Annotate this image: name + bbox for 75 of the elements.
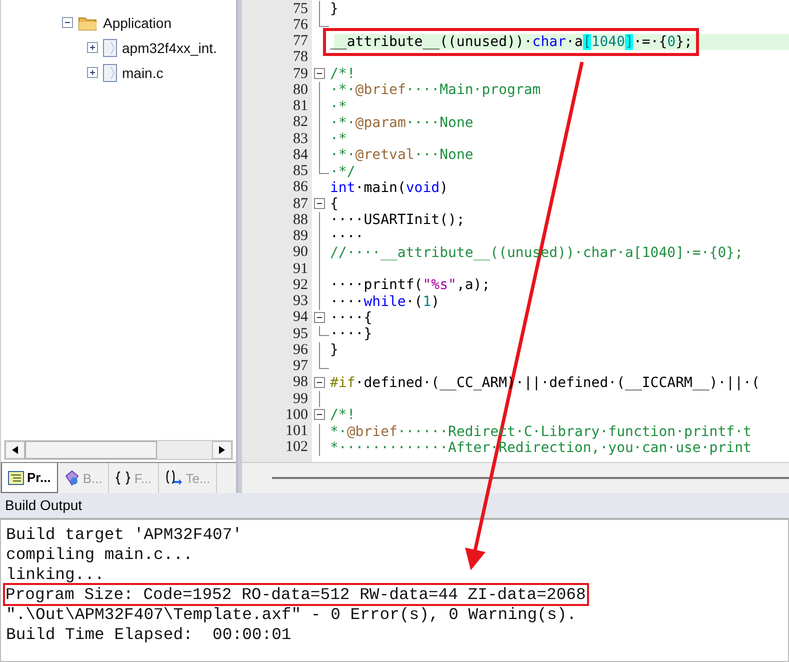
line-number: 98 xyxy=(292,374,309,392)
code-line: ····} xyxy=(330,326,372,342)
line-number: 83 xyxy=(292,130,309,148)
code-editor[interactable] xyxy=(238,0,789,493)
line-number: 99 xyxy=(292,390,309,408)
line-number: 102 xyxy=(284,439,309,456)
tree-item[interactable]: Application xyxy=(103,14,172,30)
collapse-icon[interactable] xyxy=(314,376,325,388)
left-arrow-icon[interactable] xyxy=(12,446,18,454)
output-line: ".\Out\APM32F407\Template.axf" - 0 Error(s), 0 Warning(s). xyxy=(6,604,576,624)
line-number: 79 xyxy=(292,66,309,83)
diamond-icon xyxy=(64,470,80,486)
line-number: 75 xyxy=(292,0,309,18)
tree-toggle-icon[interactable] xyxy=(87,42,98,53)
line-number: 91 xyxy=(292,260,309,278)
folder-icon xyxy=(78,14,98,30)
template-icon xyxy=(164,470,183,486)
code-line: } xyxy=(330,342,338,358)
line-number: 96 xyxy=(292,342,309,359)
collapse-icon[interactable] xyxy=(314,312,325,323)
code-line: /*! xyxy=(330,66,356,82)
line-number: 90 xyxy=(292,244,309,262)
code-line: { xyxy=(330,196,338,212)
line-number: 97 xyxy=(292,358,309,376)
line-number: 100 xyxy=(284,406,309,424)
code-line: ·*/ xyxy=(330,164,356,180)
line-number: 81 xyxy=(292,98,309,116)
code-line: ····{ xyxy=(330,310,372,326)
line-number: 101 xyxy=(284,423,309,440)
line-number: 92 xyxy=(292,276,309,294)
line-number: 93 xyxy=(292,293,309,310)
line-number: 78 xyxy=(292,49,309,66)
file-icon xyxy=(103,38,117,56)
code-line: ·*·@brief····Main·program xyxy=(330,82,541,98)
code-line: ····printf("%s",a); xyxy=(330,277,490,294)
tree-item[interactable]: main.c xyxy=(122,64,164,80)
output-line: linking... xyxy=(6,564,104,584)
line-number: 84 xyxy=(292,146,309,164)
horizontal-scrollbar[interactable] xyxy=(4,440,233,460)
output-line: compiling main.c... xyxy=(6,544,193,564)
panel-tab[interactable]: Pr... xyxy=(1,463,58,493)
code-line: ·*·@retval···None xyxy=(330,147,474,164)
code-line: /*! xyxy=(330,407,356,424)
tree-toggle-icon[interactable] xyxy=(87,67,98,78)
line-number: 94 xyxy=(292,309,309,326)
collapse-icon[interactable] xyxy=(314,198,325,209)
tree-toggle-icon[interactable] xyxy=(62,17,73,28)
line-number: 89 xyxy=(292,228,309,246)
output-line: Build target 'APM32F407' xyxy=(6,524,242,544)
line-number: 86 xyxy=(292,179,309,196)
collapse-icon[interactable] xyxy=(314,68,325,79)
panel-title: Build Output xyxy=(0,493,789,519)
code-line: ·* xyxy=(330,98,347,115)
line-number: 76 xyxy=(292,16,309,34)
code-line: ·* xyxy=(330,131,347,148)
file-icon xyxy=(103,64,117,82)
line-number: 88 xyxy=(292,212,309,229)
code-line: ···· xyxy=(330,228,364,245)
output-line: Build Time Elapsed: 00:00:01 xyxy=(6,624,292,644)
line-number: 95 xyxy=(292,326,309,343)
line-number: 80 xyxy=(292,82,309,99)
collapse-icon[interactable] xyxy=(314,409,325,420)
right-arrow-icon[interactable] xyxy=(219,446,225,454)
tree-item[interactable]: apm32f4xx_int. xyxy=(122,40,217,56)
braces-icon xyxy=(115,471,132,485)
line-number: 85 xyxy=(292,163,309,180)
code-line: ····USARTInit(); xyxy=(330,212,465,228)
code-line: int·main(void) xyxy=(330,180,448,196)
code-line: ····while·(1) xyxy=(330,294,440,310)
list-icon xyxy=(8,470,24,484)
line-number: 87 xyxy=(292,196,309,213)
code-line: } xyxy=(330,1,338,18)
code-line: ·*·@param····None xyxy=(330,114,474,131)
line-number: 82 xyxy=(292,114,309,132)
line-number: 77 xyxy=(292,33,309,50)
